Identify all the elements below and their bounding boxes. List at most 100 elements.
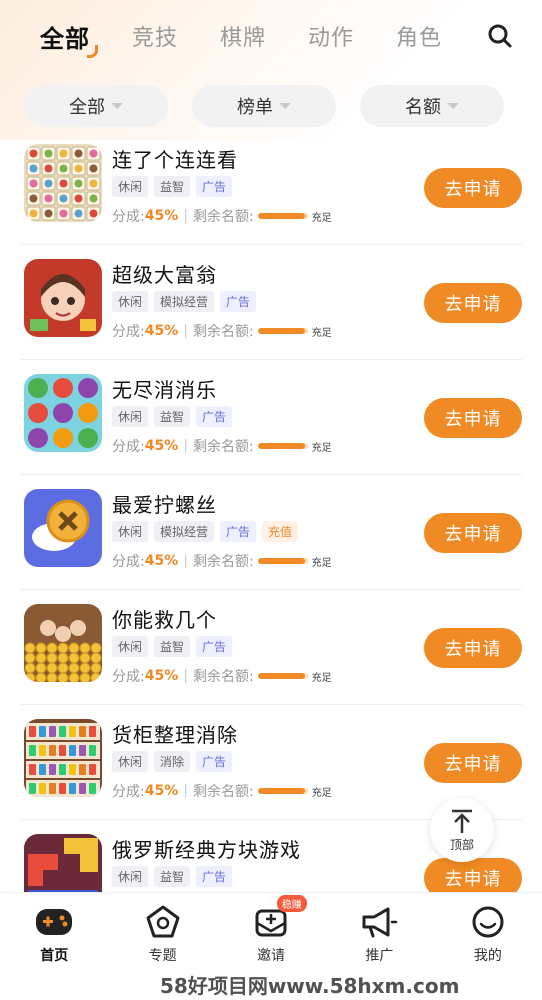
filter-ranking-label: 榜单: [237, 97, 273, 118]
tab-action[interactable]: 动作: [308, 20, 354, 52]
arrow-up-icon: [452, 809, 472, 833]
quota-status: 充足: [311, 672, 332, 684]
apply-button[interactable]: 去申请: [424, 628, 522, 668]
quota-bar: [257, 558, 308, 564]
ad-tag: 广告: [196, 751, 233, 772]
apply-button[interactable]: 去申请: [424, 743, 522, 783]
genre-tag: 益智: [154, 636, 191, 657]
apply-button[interactable]: 去申请: [424, 513, 522, 553]
quota-status: 充足: [311, 787, 332, 799]
ad-tag: 广告: [196, 636, 233, 657]
game-icon[interactable]: [24, 719, 102, 797]
apply-button[interactable]: 去申请: [424, 858, 522, 892]
game-icon[interactable]: [24, 144, 102, 222]
quota-prefix: 剩余名额:: [192, 784, 254, 800]
filter-bar: 全部 榜单 名额: [24, 85, 504, 127]
game-tags: 休闲 益智 广告: [112, 636, 238, 657]
genre-tag: 休闲: [112, 866, 149, 887]
quota-bar-fill: [257, 788, 306, 794]
game-row[interactable]: 无尽消消乐休闲 益智 广告分成: 45% | 剩余名额: 充足 去申请: [20, 360, 522, 475]
quota-bar: [257, 328, 308, 334]
genre-tag: 益智: [154, 406, 191, 427]
game-icon[interactable]: [24, 374, 102, 452]
game-tags: 休闲 益智 广告: [112, 406, 238, 427]
nav-home[interactable]: 首页: [0, 893, 108, 1000]
stats-divider: |: [183, 668, 188, 684]
game-title[interactable]: 最爱拧螺丝: [112, 489, 217, 518]
game-title[interactable]: 无尽消消乐: [112, 374, 217, 403]
genre-tag: 益智: [154, 176, 191, 197]
tab-board[interactable]: 棋牌: [220, 20, 266, 52]
earn-badge: 稳赚: [276, 895, 307, 912]
tab-competitive[interactable]: 竞技: [132, 20, 178, 52]
game-title[interactable]: 连了个连连看: [112, 144, 238, 173]
share-percent: 45%: [144, 323, 179, 339]
game-title[interactable]: 你能救几个: [112, 604, 217, 633]
game-tags: 休闲 模拟经营 广告 充值: [112, 521, 304, 542]
back-to-top-button[interactable]: 顶部: [430, 798, 494, 862]
filter-quota[interactable]: 名额: [360, 85, 504, 127]
caret-down-icon: [279, 103, 291, 109]
stats-divider: |: [183, 553, 188, 569]
genre-tag: 休闲: [112, 751, 149, 772]
genre-tag: 模拟经营: [154, 521, 215, 542]
game-icon[interactable]: [24, 489, 102, 567]
apply-button[interactable]: 去申请: [424, 283, 522, 323]
stats-divider: |: [183, 208, 188, 224]
nav-topics-label: 专题: [148, 948, 177, 964]
game-stats: 分成: 45% | 剩余名额: 充足: [112, 436, 332, 456]
megaphone-icon: [362, 907, 398, 938]
ad-tag: 广告: [196, 176, 233, 197]
game-title[interactable]: 超级大富翁: [112, 259, 217, 288]
search-icon[interactable]: [486, 22, 514, 50]
apply-button[interactable]: 去申请: [424, 168, 522, 208]
watermark: 58好项目网www.58hxm.com: [160, 974, 460, 998]
quota-prefix: 剩余名额:: [192, 324, 254, 340]
quota-bar-fill: [257, 558, 306, 564]
game-stats: 分成: 45% | 剩余名额: 充足: [112, 206, 332, 226]
tab-all[interactable]: 全部: [40, 19, 98, 58]
apply-button[interactable]: 去申请: [424, 398, 522, 438]
game-title[interactable]: 货柜整理消除: [112, 719, 238, 748]
quota-bar: [257, 788, 308, 794]
tab-rpg[interactable]: 角色: [396, 20, 442, 52]
nav-home-label: 首页: [40, 948, 69, 964]
share-percent: 45%: [144, 668, 179, 684]
game-row[interactable]: 连了个连连看休闲 益智 广告分成: 45% | 剩余名额: 充足 去申请: [20, 130, 522, 245]
ad-tag: 广告: [220, 291, 257, 312]
share-percent: 45%: [144, 553, 179, 569]
quota-status: 充足: [311, 442, 332, 454]
filter-all[interactable]: 全部: [24, 85, 168, 127]
quota-prefix: 剩余名额:: [192, 439, 254, 455]
filter-ranking[interactable]: 榜单: [192, 85, 336, 127]
recharge-tag: 充值: [262, 521, 299, 542]
genre-tag: 益智: [154, 866, 191, 887]
game-row[interactable]: 最爱拧螺丝 休闲 模拟经营 广告 充值 分成: 45% | 剩余名额: 充足 去申请: [20, 475, 522, 590]
genre-tag: 模拟经营: [154, 291, 215, 312]
ad-tag: 广告: [196, 866, 233, 887]
game-list: 连了个连连看 休闲 益智 广告 分成: 45% | 剩余名额: 充足 去申请 超级大富翁 休闲 模拟经营…: [0, 130, 542, 892]
game-title[interactable]: 俄罗斯经典方块游戏: [112, 834, 301, 863]
caret-down-icon: [111, 103, 123, 109]
quota-status: 充足: [311, 327, 332, 339]
game-icon[interactable]: [24, 834, 102, 892]
genre-tag: 休闲: [112, 176, 149, 197]
smile-icon: [472, 906, 504, 938]
share-prefix: 分成:: [112, 669, 145, 685]
quota-bar-fill: [257, 213, 306, 219]
quota-bar: [257, 443, 308, 449]
game-icon[interactable]: [24, 604, 102, 682]
nav-invite-label: 邀请: [257, 948, 286, 964]
share-percent: 45%: [144, 208, 179, 224]
stats-divider: |: [183, 438, 188, 454]
share-prefix: 分成:: [112, 439, 145, 455]
quota-bar-fill: [257, 673, 306, 679]
game-row[interactable]: 超级大富翁 休闲 模拟经营 广告 分成: 45% | 剩余名额: 充足 去申请: [20, 245, 522, 360]
game-stats: 分成: 45% | 剩余名额: 充足: [112, 666, 332, 686]
share-percent: 45%: [144, 438, 179, 454]
stats-divider: |: [183, 783, 188, 799]
genre-tag: 休闲: [112, 521, 149, 542]
game-row[interactable]: 你能救几个休闲 益智 广告分成: 45% | 剩余名额: 充足 去申请: [20, 590, 522, 705]
game-stats: 分成: 45% | 剩余名额: 充足: [112, 321, 332, 341]
game-icon[interactable]: [24, 259, 102, 337]
